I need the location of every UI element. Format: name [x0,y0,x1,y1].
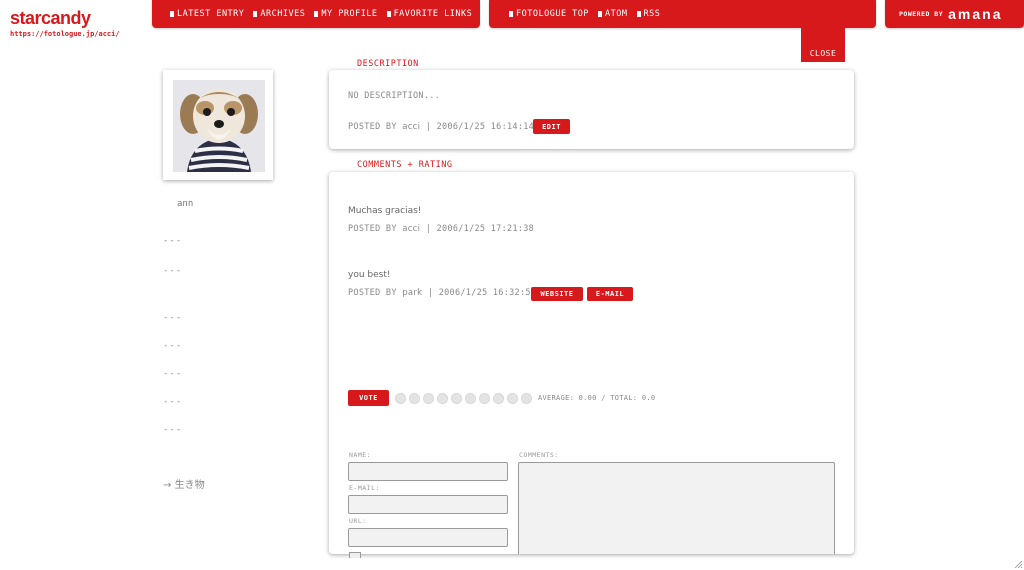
rating-star-icon[interactable] [507,393,518,404]
nav-archives[interactable]: ARCHIVES [253,9,305,19]
brand-url[interactable]: https://fotologue.jp/acci/ [10,30,120,38]
secondary-nav: FOTOLOGUE TOP ATOM RSS [489,0,876,28]
close-button[interactable]: CLOSE [801,28,845,62]
comment-timestamp: 2006/1/25 16:32:57 [438,288,537,298]
description-posted-by: POSTED BY acci | 2006/1/25 16:14:14 [348,122,534,132]
rating-star-icon[interactable] [493,393,504,404]
edit-button[interactable]: EDIT [533,119,570,134]
rating-stars [395,393,532,404]
name-input[interactable] [348,462,508,481]
sidebar-placeholder: --- [163,397,183,407]
comment-author: acci [402,224,421,234]
powered-by-label: POWERED BY [899,10,944,18]
nav-label: ATOM [605,9,628,19]
avatar-frame [163,70,273,180]
comments-heading: COMMENTS + RATING [357,160,453,170]
remember-checkbox[interactable] [349,552,361,558]
email-input[interactable] [348,495,508,514]
nav-bullet-icon [636,11,641,17]
amana-logo: amana [948,6,1003,22]
brand-name: starcandy [10,8,91,28]
description-text: NO DESCRIPTION... [348,91,441,101]
comments-label: COMMENTS: [519,451,559,459]
rating-star-icon[interactable] [409,393,420,404]
main-nav: LATEST ENTRY ARCHIVES MY PROFILE FAVORIT… [152,0,480,28]
nav-label: ARCHIVES [260,9,306,19]
comment-author: park [402,288,423,298]
post-author: acci [402,122,421,132]
dog-photo-icon [173,80,265,172]
url-input[interactable] [348,528,508,547]
sidebar-placeholder: --- [163,425,183,435]
comment-posted-by: POSTED BY acci | 2006/1/25 17:21:38 [348,224,534,234]
nav-latest-entry[interactable]: LATEST ENTRY [170,9,244,19]
comment-timestamp: 2006/1/25 17:21:38 [436,224,535,234]
arrow-right-icon: → [163,480,172,491]
email-label: E-MAIL: [349,484,380,492]
nav-favorite-links[interactable]: FAVORITE LINKS [386,9,473,19]
category-link[interactable]: → 生き物 [163,476,205,491]
sidebar-placeholder: --- [163,313,183,323]
rating-average: AVERAGE: 0.00 / TOTAL: 0.0 [538,394,656,402]
nav-label: MY PROFILE [321,9,378,19]
nav-bullet-icon [314,11,319,17]
category-label: 生き物 [174,480,205,491]
rating-star-icon[interactable] [423,393,434,404]
rating-star-icon[interactable] [437,393,448,404]
rating-star-icon[interactable] [479,393,490,404]
brand-logo[interactable]: starcandy https://fotologue.jp/acci/ [10,8,120,38]
nav-label: LATEST ENTRY [177,9,245,19]
resize-grip-icon[interactable] [1014,560,1022,568]
sidebar-placeholder: --- [163,266,183,276]
sidebar-placeholder: --- [163,369,183,379]
rating-star-icon[interactable] [521,393,532,404]
comment-text: you best! [348,270,391,280]
sidebar-placeholder: --- [163,236,183,246]
separator: | [427,288,434,298]
nav-bullet-icon [253,11,258,17]
comment-posted-by: POSTED BY park | 2006/1/25 16:32:57 [348,288,536,298]
avatar [173,80,265,172]
website-button[interactable]: WEBSITE [531,287,583,301]
comments-textarea[interactable] [518,462,835,554]
sidebar-placeholder: --- [163,341,183,351]
separator: | [425,224,432,234]
nav-label: RSS [643,9,661,19]
posted-by-label: POSTED BY [348,122,397,132]
description-heading: DESCRIPTION [357,59,419,69]
nav-bullet-icon [598,11,603,17]
email-button[interactable]: E-MAIL [587,287,633,301]
nav-bullet-icon [386,11,391,17]
separator: | [425,122,432,132]
nav-bullet-icon [170,11,174,17]
name-label: NAME: [349,451,372,459]
rating-star-icon[interactable] [465,393,476,404]
powered-by-bar[interactable]: POWERED BY amana [885,0,1024,28]
nav-fotologue-top[interactable]: FOTOLOGUE TOP [509,9,589,19]
nav-bullet-icon [509,11,513,17]
description-panel: NO DESCRIPTION... POSTED BY acci | 2006/… [329,70,854,149]
user-name: ann [177,199,194,209]
vote-button[interactable]: VOTE [348,390,389,406]
posted-by-label: POSTED BY [348,288,397,298]
comment-text: Muchas gracias! [348,206,422,216]
nav-label: FAVORITE LINKS [393,9,473,19]
url-label: URL: [349,517,367,525]
rating-star-icon[interactable] [451,393,462,404]
nav-rss[interactable]: RSS [636,9,661,19]
rating-star-icon[interactable] [395,393,406,404]
nav-my-profile[interactable]: MY PROFILE [314,9,377,19]
post-timestamp: 2006/1/25 16:14:14 [436,122,535,132]
comments-panel: Muchas gracias! POSTED BY acci | 2006/1/… [329,172,854,558]
nav-label: FOTOLOGUE TOP [516,9,590,19]
nav-atom[interactable]: ATOM [598,9,627,19]
posted-by-label: POSTED BY [348,224,397,234]
